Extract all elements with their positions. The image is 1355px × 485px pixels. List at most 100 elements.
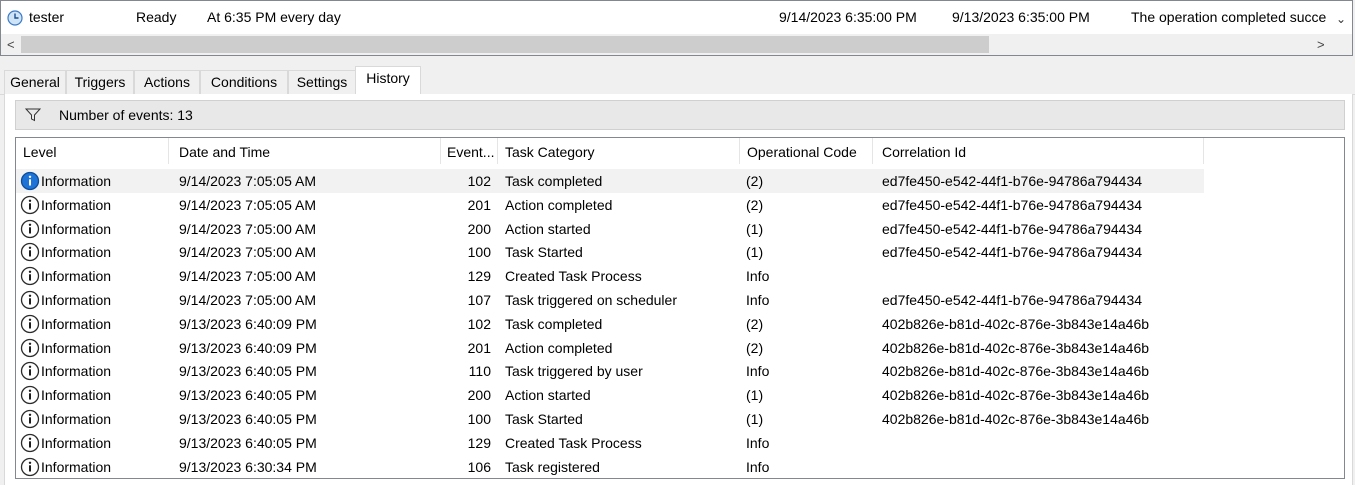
cell-datetime: 9/13/2023 6:40:09 PM	[179, 339, 317, 356]
table-row[interactable]: Information 9/14/2023 7:05:00 AM 107 Task t…	[16, 288, 1204, 312]
cell-opcode: Info	[746, 292, 770, 308]
col-header-correlation[interactable]: Correlation Id	[873, 138, 1204, 164]
cell-datetime: 9/13/2023 6:40:05 PM	[179, 363, 317, 380]
tab-triggers[interactable]: Triggers	[66, 70, 134, 94]
table-row[interactable]: Information 9/14/2023 7:05:05 AM 201 Action…	[16, 193, 1204, 217]
cell-event-id: 200	[467, 387, 491, 404]
cell-event-id: 110	[468, 363, 491, 380]
cell-category: Task Started	[505, 244, 583, 261]
col-header-datetime[interactable]: Date and Time	[169, 138, 441, 164]
info-icon	[20, 457, 40, 476]
table-row[interactable]: Information 9/13/2023 6:40:05 PM 129 Create…	[16, 431, 1204, 455]
tab-settings[interactable]: Settings	[288, 70, 356, 94]
cell-opcode: Info	[746, 363, 770, 380]
cell-category: Task registered	[505, 458, 600, 475]
task-row-tester[interactable]: tester Ready At 6:35 PM every day 9/14/2…	[1, 7, 1341, 29]
scroll-left-button[interactable]: <	[7, 37, 15, 52]
cell-level: Information	[41, 292, 112, 308]
tab-general[interactable]: General	[4, 70, 66, 94]
cell-datetime: 9/13/2023 6:40:09 PM	[179, 315, 317, 332]
table-row[interactable]: Information 9/13/2023 6:30:34 PM 106 Task r…	[16, 455, 1204, 478]
cell-category: Action completed	[505, 196, 613, 213]
cell-correlation: ed7fe450-e542-44f1-b76e-94786a794434	[882, 292, 1143, 308]
info-icon	[20, 409, 40, 429]
cell-event-id: 100	[467, 411, 491, 427]
table-row[interactable]: Information 9/13/2023 6:40:09 PM 102 Task c…	[16, 312, 1204, 336]
table-row[interactable]: Information 9/14/2023 7:05:00 AM 129 Create…	[16, 264, 1204, 288]
info-icon	[20, 314, 40, 333]
task-list[interactable]: tester Ready At 6:35 PM every day 9/14/2…	[0, 0, 1353, 56]
task-trigger: At 6:35 PM every day	[207, 9, 341, 25]
cell-event-id: 107	[467, 292, 491, 308]
tab-history[interactable]: History	[355, 66, 421, 95]
cell-category: Action started	[505, 220, 591, 237]
table-row[interactable]: Information 9/13/2023 6:40:09 PM 201 Action…	[16, 336, 1204, 360]
tab-strip: General Triggers Actions Conditions Sett…	[0, 66, 1355, 95]
cell-correlation: 402b826e-b81d-402c-876e-3b843e14a46b	[882, 387, 1150, 404]
cell-correlation: 402b826e-b81d-402c-876e-3b843e14a46b	[882, 315, 1150, 332]
cell-correlation: 402b826e-b81d-402c-876e-3b843e14a46b	[882, 363, 1150, 380]
cell-correlation: ed7fe450-e542-44f1-b76e-94786a794434	[882, 220, 1143, 237]
col-header-opcode[interactable]: Operational Code	[740, 138, 873, 164]
info-icon	[20, 338, 40, 357]
chevron-down-icon[interactable]: ⌄	[1336, 12, 1346, 26]
cell-level: Information	[41, 411, 112, 427]
cell-category: Task completed	[505, 315, 603, 332]
cell-level: Information	[41, 458, 112, 475]
filter-icon[interactable]	[25, 108, 41, 122]
cell-datetime: 9/14/2023 7:05:00 AM	[179, 268, 316, 285]
cell-opcode: (1)	[746, 244, 764, 261]
cell-opcode: (2)	[746, 339, 764, 356]
cell-level: Information	[41, 220, 112, 237]
cell-event-id: 201	[467, 196, 491, 213]
task-last-run: 9/13/2023 6:35:00 PM	[952, 9, 1090, 25]
cell-category: Action started	[505, 387, 591, 404]
cell-opcode: Info	[746, 268, 770, 285]
col-header-category[interactable]: Task Category	[498, 138, 740, 164]
clock-icon	[7, 10, 23, 26]
task-status: Ready	[136, 9, 177, 25]
cell-correlation: ed7fe450-e542-44f1-b76e-94786a794434	[882, 244, 1143, 261]
table-row[interactable]: Information 9/13/2023 6:40:05 PM 100 Task S…	[16, 407, 1204, 431]
scroll-thumb[interactable]	[21, 36, 989, 53]
history-grid[interactable]: Level Date and Time Event... Task Catego…	[15, 137, 1345, 479]
horizontal-scrollbar[interactable]: < >	[1, 34, 1352, 55]
table-row[interactable]: Information 9/14/2023 7:05:00 AM 100 Task S…	[16, 240, 1204, 264]
cell-opcode: (1)	[746, 387, 764, 404]
col-header-level[interactable]: Level	[16, 138, 169, 164]
scroll-right-button[interactable]: >	[1317, 37, 1325, 52]
cell-category: Created Task Process	[505, 268, 642, 285]
table-row[interactable]: Information 9/13/2023 6:40:05 PM 110 Task t…	[16, 359, 1204, 383]
cell-datetime: 9/13/2023 6:40:05 PM	[179, 434, 317, 451]
cell-datetime: 9/13/2023 6:40:05 PM	[179, 387, 317, 404]
cell-datetime: 9/14/2023 7:05:00 AM	[179, 244, 316, 261]
col-header-event[interactable]: Event...	[441, 138, 498, 164]
cell-level: Information	[41, 387, 112, 404]
filter-bar: Number of events: 13	[15, 100, 1345, 130]
table-row[interactable]: Information 9/13/2023 6:40:05 PM 200 Action…	[16, 383, 1204, 407]
task-last-result: The operation completed succe	[1131, 9, 1327, 25]
tab-conditions[interactable]: Conditions	[200, 70, 288, 94]
cell-category: Action completed	[505, 339, 613, 356]
cell-opcode: Info	[746, 434, 770, 451]
cell-level: Information	[41, 173, 112, 189]
cell-datetime: 9/13/2023 6:30:34 PM	[179, 458, 317, 475]
cell-opcode: (1)	[746, 220, 764, 237]
cell-category: Created Task Process	[505, 434, 642, 451]
info-icon	[20, 171, 40, 191]
table-row[interactable]: Information 9/14/2023 7:05:05 AM 102 Task c…	[16, 169, 1204, 193]
cell-opcode: (2)	[746, 196, 764, 213]
cell-category: Task triggered by user	[505, 363, 643, 380]
cell-event-id: 100	[467, 244, 491, 261]
cell-event-id: 102	[467, 315, 491, 332]
cell-opcode: (1)	[746, 411, 764, 427]
history-panel: Number of events: 13 Level Date and Time…	[4, 94, 1353, 485]
cell-level: Information	[41, 244, 112, 261]
cell-correlation: ed7fe450-e542-44f1-b76e-94786a794434	[882, 173, 1143, 189]
info-icon	[20, 219, 40, 238]
cell-event-id: 129	[467, 434, 491, 451]
table-row[interactable]: Information 9/14/2023 7:05:00 AM 200 Action…	[16, 217, 1204, 241]
cell-datetime: 9/14/2023 7:05:05 AM	[179, 173, 316, 189]
cell-level: Information	[41, 339, 112, 356]
tab-actions[interactable]: Actions	[134, 70, 200, 94]
